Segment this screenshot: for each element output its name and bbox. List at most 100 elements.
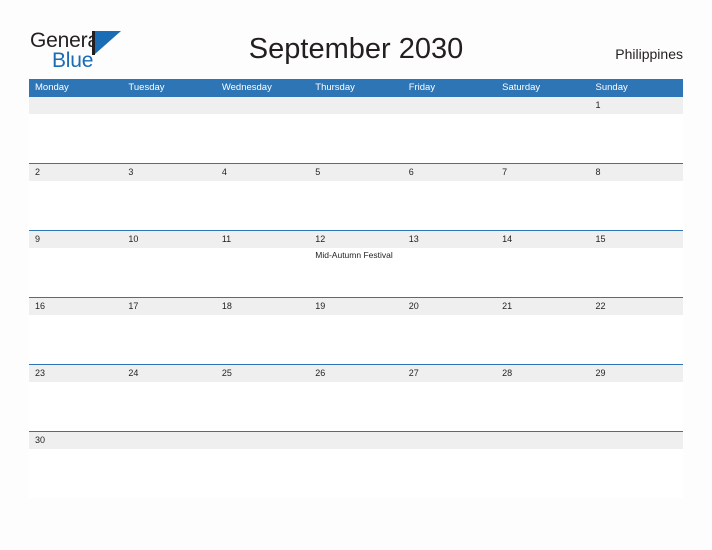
- day-event: [122, 449, 215, 498]
- day-number[interactable]: 6: [403, 164, 496, 181]
- page-title: September 2030: [248, 33, 464, 65]
- week-date-band: 2 3 4 5 6 7 8: [29, 164, 683, 181]
- day-number[interactable]: 17: [122, 298, 215, 315]
- page-header: General Blue September 2030 Philippines: [0, 0, 712, 79]
- day-number[interactable]: 16: [29, 298, 122, 315]
- day-event: [496, 114, 589, 163]
- day-event: [309, 315, 402, 364]
- day-event: [496, 315, 589, 364]
- week-event-band: [29, 449, 683, 498]
- day-event: [496, 449, 589, 498]
- day-number[interactable]: [309, 97, 402, 114]
- week-date-band: 9 10 11 12 13 14 15: [29, 231, 683, 248]
- day-number[interactable]: [496, 432, 589, 449]
- day-number[interactable]: 25: [216, 365, 309, 382]
- day-number[interactable]: 22: [590, 298, 683, 315]
- day-number[interactable]: 11: [216, 231, 309, 248]
- day-event: [590, 449, 683, 498]
- day-number[interactable]: 28: [496, 365, 589, 382]
- day-number[interactable]: 4: [216, 164, 309, 181]
- day-number[interactable]: 30: [29, 432, 122, 449]
- day-number[interactable]: 18: [216, 298, 309, 315]
- day-number[interactable]: 20: [403, 298, 496, 315]
- day-number[interactable]: 14: [496, 231, 589, 248]
- day-number[interactable]: 10: [122, 231, 215, 248]
- day-event: [29, 315, 122, 364]
- week-row: 23 24 25 26 27 28 29: [29, 364, 683, 431]
- day-event: [590, 181, 683, 230]
- day-event: Mid-Autumn Festival: [315, 250, 393, 260]
- day-event: [122, 382, 215, 431]
- day-number[interactable]: [496, 97, 589, 114]
- day-number[interactable]: [216, 432, 309, 449]
- day-event: [216, 114, 309, 163]
- day-number[interactable]: 7: [496, 164, 589, 181]
- week-event-band: [29, 315, 683, 364]
- day-event: [309, 382, 402, 431]
- day-event: [309, 181, 402, 230]
- day-number[interactable]: [29, 97, 122, 114]
- day-number[interactable]: 2: [29, 164, 122, 181]
- day-number[interactable]: [122, 97, 215, 114]
- day-number[interactable]: 15: [590, 231, 683, 248]
- day-number[interactable]: 21: [496, 298, 589, 315]
- day-number[interactable]: 23: [29, 365, 122, 382]
- day-event: [403, 449, 496, 498]
- week-row: 30: [29, 431, 683, 498]
- weekday-header-thursday: Thursday: [315, 82, 355, 93]
- week-event-band: [29, 114, 683, 163]
- day-number[interactable]: 5: [309, 164, 402, 181]
- weekday-header-tuesday: Tuesday: [128, 82, 165, 93]
- day-event: [122, 181, 215, 230]
- week-event-band: [29, 181, 683, 230]
- week-date-band: 23 24 25 26 27 28 29: [29, 365, 683, 382]
- day-number[interactable]: 8: [590, 164, 683, 181]
- weekday-header-monday: Monday: [35, 82, 69, 93]
- day-event: [309, 449, 402, 498]
- week-row: 2 3 4 5 6 7 8: [29, 163, 683, 230]
- day-number[interactable]: [122, 432, 215, 449]
- day-number[interactable]: [403, 97, 496, 114]
- weekday-header-friday: Friday: [408, 82, 436, 93]
- day-number[interactable]: 3: [122, 164, 215, 181]
- day-event: [590, 114, 683, 163]
- day-number[interactable]: 27: [403, 365, 496, 382]
- day-event: [403, 114, 496, 163]
- day-event: [122, 248, 215, 297]
- day-event: [216, 248, 309, 297]
- week-date-band: 1: [29, 97, 683, 114]
- week-row: 16 17 18 19 20 21 22: [29, 297, 683, 364]
- day-number[interactable]: 24: [122, 365, 215, 382]
- day-event: [309, 114, 402, 163]
- week-date-band: 16 17 18 19 20 21 22: [29, 298, 683, 315]
- day-event: [216, 382, 309, 431]
- day-number[interactable]: 29: [590, 365, 683, 382]
- day-event: [216, 449, 309, 498]
- weekday-header-saturday: Saturday: [502, 82, 541, 93]
- day-event: [216, 181, 309, 230]
- day-event: [590, 382, 683, 431]
- weekday-header-row: Monday Tuesday Wednesday Thursday Friday…: [29, 79, 683, 96]
- day-number[interactable]: 12: [309, 231, 402, 248]
- day-event: [496, 181, 589, 230]
- day-number[interactable]: 26: [309, 365, 402, 382]
- country-label: Philippines: [615, 46, 683, 62]
- day-event: [496, 382, 589, 431]
- day-number[interactable]: [309, 432, 402, 449]
- day-event: [590, 248, 683, 297]
- day-event: [122, 114, 215, 163]
- day-event: [29, 181, 122, 230]
- week-event-band: [29, 382, 683, 431]
- day-event: [122, 315, 215, 364]
- day-number[interactable]: 9: [29, 231, 122, 248]
- day-number[interactable]: [216, 97, 309, 114]
- day-number[interactable]: 1: [590, 97, 683, 114]
- day-event: [590, 315, 683, 364]
- day-number[interactable]: 19: [309, 298, 402, 315]
- day-number[interactable]: [403, 432, 496, 449]
- day-number[interactable]: 13: [403, 231, 496, 248]
- day-event: [29, 449, 122, 498]
- week-row: 1: [29, 96, 683, 163]
- day-number[interactable]: [590, 432, 683, 449]
- day-event: [216, 315, 309, 364]
